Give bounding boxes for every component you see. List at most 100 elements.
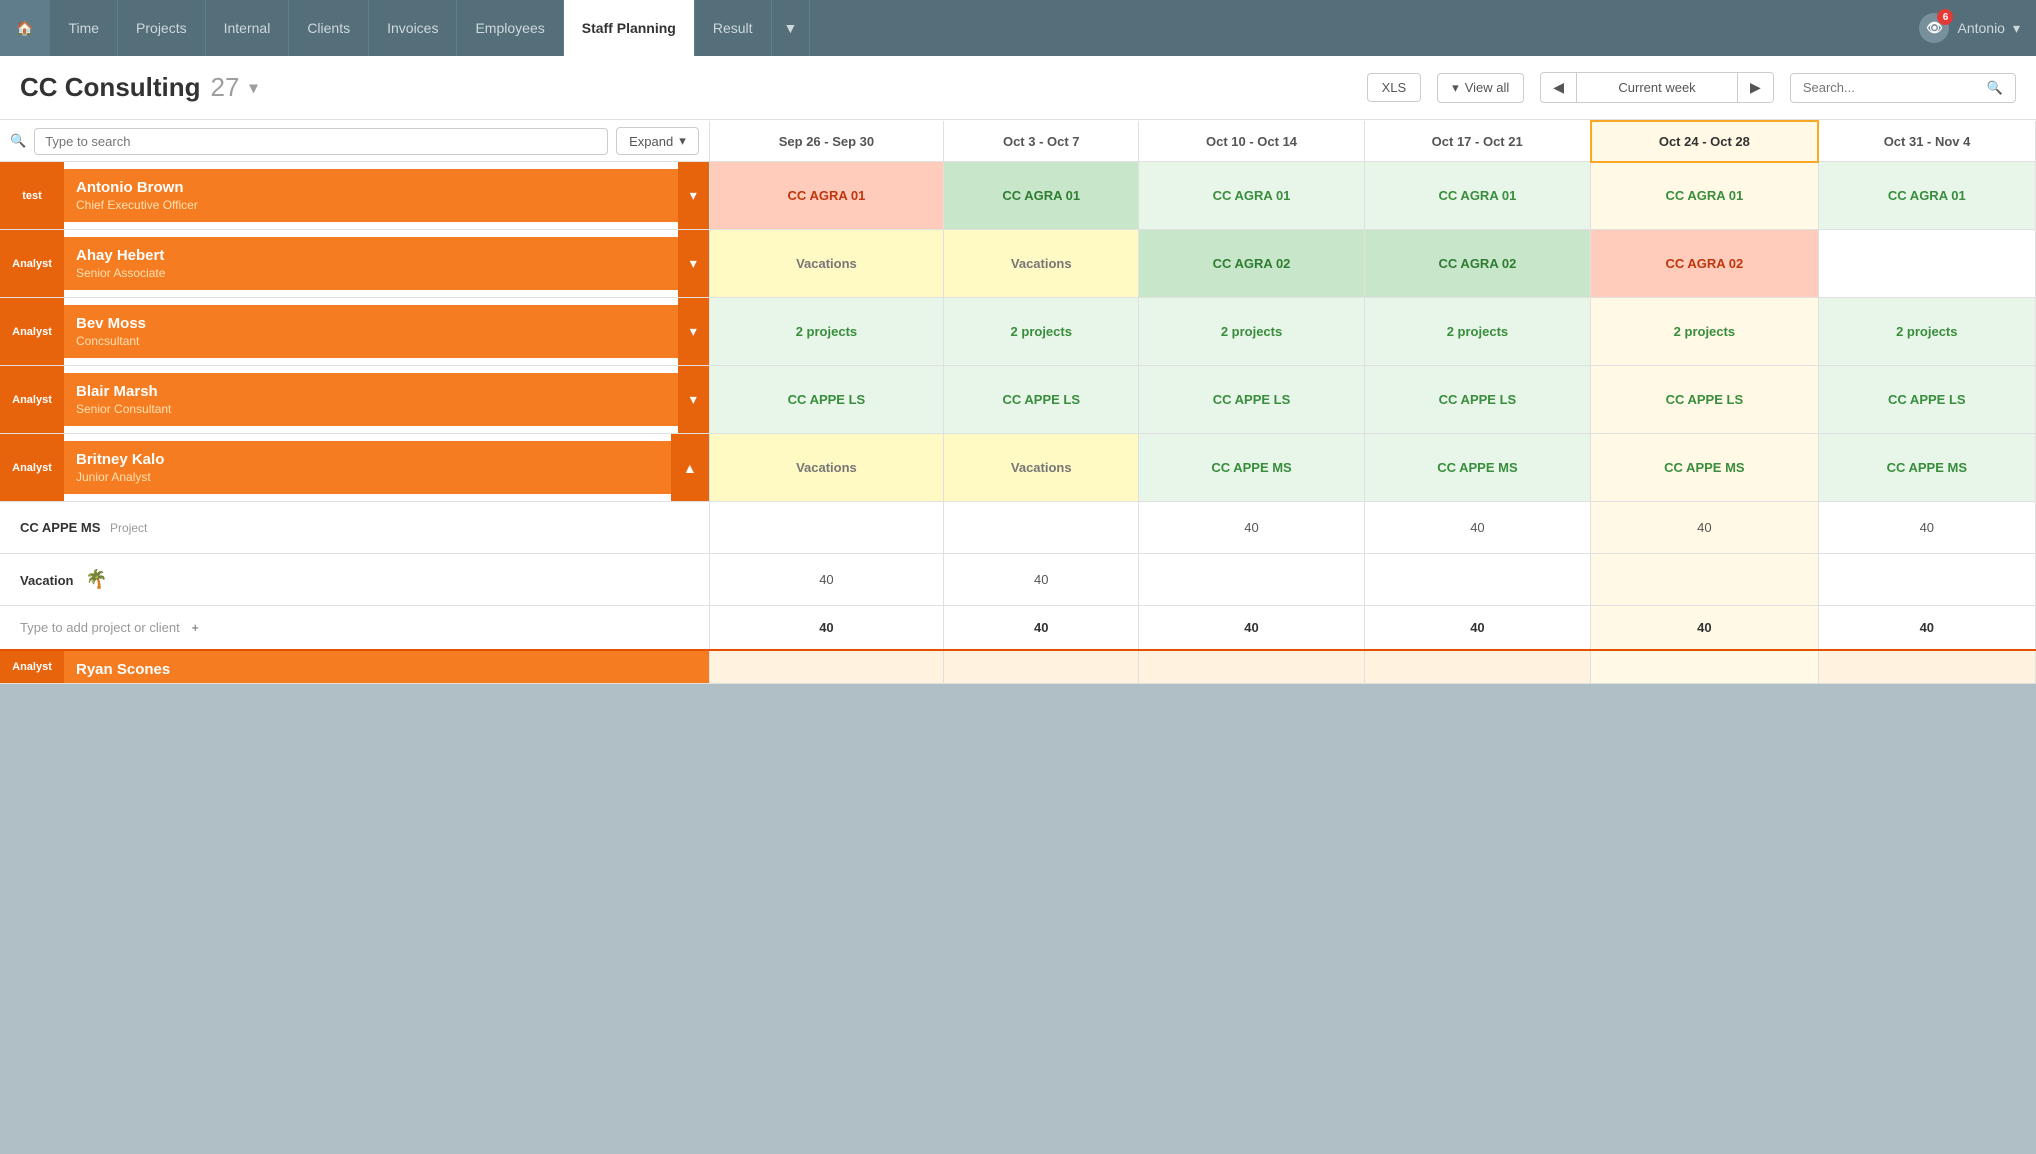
cell-bev-2[interactable]: 2 projects <box>944 298 1139 366</box>
vac-cell-6[interactable] <box>1818 554 2035 606</box>
sub-cell-2[interactable] <box>944 502 1139 554</box>
cell-britney-5[interactable]: CC APPE MS <box>1591 434 1818 502</box>
nav-time[interactable]: Time <box>50 0 118 56</box>
cell-ahay-4[interactable]: CC AGRA 02 <box>1364 230 1590 298</box>
cell-bev-1[interactable]: 2 projects <box>709 298 943 366</box>
cell-blair-6[interactable]: CC APPE LS <box>1818 366 2035 434</box>
emp-title-britney: Junior Analyst <box>76 470 659 484</box>
sub-cell-3[interactable]: 40 <box>1139 502 1364 554</box>
cell-bev-3[interactable]: 2 projects <box>1139 298 1364 366</box>
emp-dropdown-britney[interactable]: ▲ <box>671 434 709 501</box>
cell-ahay-6[interactable] <box>1818 230 2035 298</box>
role-badge-ryan: Analyst <box>0 651 64 683</box>
view-all-arrow: ▾ <box>1452 80 1459 96</box>
cell-britney-1[interactable]: Vacations <box>709 434 943 502</box>
week-navigation: ◀ Current week ▶ <box>1540 72 1774 103</box>
sub-cell-6[interactable]: 40 <box>1818 502 2035 554</box>
sub-cell-1[interactable] <box>709 502 943 554</box>
cell-blair-4[interactable]: CC APPE LS <box>1364 366 1590 434</box>
nav-result[interactable]: Result <box>695 0 772 56</box>
add-project-label: Type to add project or client <box>20 620 180 635</box>
nav-invoices[interactable]: Invoices <box>369 0 457 56</box>
employee-row-ryan-partial: Analyst Ryan Scones <box>0 650 2036 684</box>
next-week-button[interactable]: ▶ <box>1737 73 1773 102</box>
vac-cell-4[interactable] <box>1364 554 1590 606</box>
nav-clients[interactable]: Clients <box>289 0 369 56</box>
sub-cell-4[interactable]: 40 <box>1364 502 1590 554</box>
employee-row-blair: Analyst Blair Marsh Senior Consultant ▾ … <box>0 366 2036 434</box>
vac-cell-3[interactable] <box>1139 554 1364 606</box>
nav-staff-planning[interactable]: Staff Planning <box>564 0 695 56</box>
cell-blair-1[interactable]: CC APPE LS <box>709 366 943 434</box>
nav-user-area[interactable]: 6 👁 Antonio ▾ <box>1903 0 2036 56</box>
search-icon: 🔍 <box>1987 80 2003 96</box>
cell-ahay-5[interactable]: CC AGRA 02 <box>1591 230 1818 298</box>
expand-arrow: ▾ <box>679 133 686 149</box>
search-filter-icon: 🔍 <box>10 133 26 149</box>
user-dropdown-arrow[interactable]: ▾ <box>2013 20 2020 37</box>
nav-more[interactable]: ▼ <box>772 0 811 56</box>
emp-dropdown-blair[interactable]: ▾ <box>678 366 709 433</box>
add-total-4: 40 <box>1364 606 1590 650</box>
emp-title-ahay: Senior Associate <box>76 266 666 280</box>
cell-britney-2[interactable]: Vacations <box>944 434 1139 502</box>
vacation-label: Vacation <box>20 573 73 588</box>
col-header-oct10: Oct 10 - Oct 14 <box>1139 121 1364 162</box>
nav-employees[interactable]: Employees <box>457 0 563 56</box>
table-search-input[interactable] <box>34 128 608 155</box>
cell-antonio-6[interactable]: CC AGRA 01 <box>1818 162 2035 230</box>
cell-blair-2[interactable]: CC APPE LS <box>944 366 1139 434</box>
cell-antonio-2[interactable]: CC AGRA 01 <box>944 162 1139 230</box>
cell-bev-6[interactable]: 2 projects <box>1818 298 2035 366</box>
cell-antonio-4[interactable]: CC AGRA 01 <box>1364 162 1590 230</box>
avatar: 6 👁 <box>1919 13 1949 43</box>
partial-cell-2 <box>944 650 1139 684</box>
cell-bev-4[interactable]: 2 projects <box>1364 298 1590 366</box>
cell-britney-6[interactable]: CC APPE MS <box>1818 434 2035 502</box>
sub-row-cc-appe-ms: CC APPE MS Project 40 40 40 40 <box>0 502 2036 554</box>
emp-name-ahay: Ahay Hebert <box>76 247 666 264</box>
cell-blair-3[interactable]: CC APPE LS <box>1139 366 1364 434</box>
table-wrapper: 🔍 Expand ▾ Sep 26 - Sep 30 Oct 3 - Oct 7… <box>0 120 2036 684</box>
prev-week-button[interactable]: ◀ <box>1541 73 1577 102</box>
nav-home[interactable]: 🏠 <box>0 0 50 56</box>
add-total-1: 40 <box>709 606 943 650</box>
add-button[interactable]: + <box>191 620 199 635</box>
emp-dropdown-bev[interactable]: ▾ <box>678 298 709 365</box>
cell-antonio-3[interactable]: CC AGRA 01 <box>1139 162 1364 230</box>
cell-ahay-2[interactable]: Vacations <box>944 230 1139 298</box>
cell-ahay-1[interactable]: Vacations <box>709 230 943 298</box>
cell-britney-3[interactable]: CC APPE MS <box>1139 434 1364 502</box>
cell-antonio-5[interactable]: CC AGRA 01 <box>1591 162 1818 230</box>
emp-name-cell-blair: Analyst Blair Marsh Senior Consultant ▾ <box>0 366 709 433</box>
nav-internal[interactable]: Internal <box>206 0 290 56</box>
cell-ahay-3[interactable]: CC AGRA 02 <box>1139 230 1364 298</box>
col-header-oct24: Oct 24 - Oct 28 <box>1591 121 1818 162</box>
vac-cell-2[interactable]: 40 <box>944 554 1139 606</box>
cell-britney-4[interactable]: CC APPE MS <box>1364 434 1590 502</box>
col-header-sep26: Sep 26 - Sep 30 <box>709 121 943 162</box>
cell-bev-5[interactable]: 2 projects <box>1591 298 1818 366</box>
sub-cell-5[interactable]: 40 <box>1591 502 1818 554</box>
emp-info-britney: Britney Kalo Junior Analyst <box>64 441 671 494</box>
vac-cell-1[interactable]: 40 <box>709 554 943 606</box>
nav-projects[interactable]: Projects <box>118 0 206 56</box>
planning-table: 🔍 Expand ▾ Sep 26 - Sep 30 Oct 3 - Oct 7… <box>0 120 2036 684</box>
emp-title-blair: Senior Consultant <box>76 402 666 416</box>
view-all-button[interactable]: ▾ View all <box>1437 73 1524 103</box>
cell-antonio-1[interactable]: CC AGRA 01 <box>709 162 943 230</box>
vac-cell-5[interactable] <box>1591 554 1818 606</box>
search-input[interactable] <box>1803 80 1979 95</box>
xls-button[interactable]: XLS <box>1367 73 1422 102</box>
company-dropdown-arrow[interactable]: ▾ <box>249 78 257 98</box>
emp-dropdown-ahay[interactable]: ▾ <box>678 230 709 297</box>
role-badge-ahay: Analyst <box>0 230 64 297</box>
employee-row-bev: Analyst Bev Moss Concsultant ▾ 2 project… <box>0 298 2036 366</box>
col-header-oct31: Oct 31 - Nov 4 <box>1818 121 2035 162</box>
col-header-oct3: Oct 3 - Oct 7 <box>944 121 1139 162</box>
emp-dropdown-antonio[interactable]: ▾ <box>678 162 709 229</box>
cell-blair-5[interactable]: CC APPE LS <box>1591 366 1818 434</box>
add-total-3: 40 <box>1139 606 1364 650</box>
expand-button[interactable]: Expand ▾ <box>616 127 699 155</box>
emp-info-bev: Bev Moss Concsultant <box>64 305 678 358</box>
